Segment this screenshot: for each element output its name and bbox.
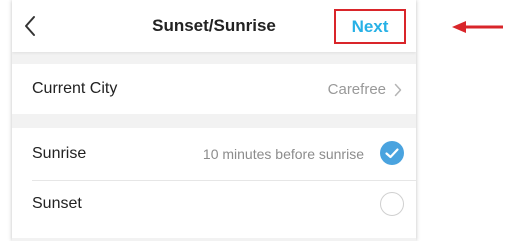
sunset-radio-icon[interactable]: [380, 192, 404, 216]
sunset-label: Sunset: [32, 195, 82, 212]
schedule-options-group: Sunrise 10 minutes before sunrise Sunset: [12, 128, 416, 238]
current-city-row[interactable]: Current City Carefree: [12, 64, 416, 114]
current-city-label: Current City: [32, 80, 118, 97]
current-city-value: Carefree: [327, 81, 386, 98]
annotation-arrow-icon: [452, 21, 503, 33]
sunset-option[interactable]: Sunset: [12, 181, 416, 233]
sunrise-check-icon[interactable]: [380, 141, 404, 165]
sunrise-detail: 10 minutes before sunrise: [202, 146, 364, 162]
nav-bar: Sunset/Sunrise Next: [12, 0, 416, 52]
checkmark-icon: [380, 141, 404, 165]
sunrise-label: Sunrise: [32, 145, 87, 162]
sunrise-option[interactable]: Sunrise 10 minutes before sunrise: [12, 128, 416, 180]
screenshot-frame: Sunset/Sunrise Next Current City Carefre…: [0, 0, 515, 241]
next-button[interactable]: Next: [334, 9, 406, 44]
app-screen: Sunset/Sunrise Next Current City Carefre…: [12, 0, 416, 241]
chevron-right-icon: [394, 83, 402, 97]
